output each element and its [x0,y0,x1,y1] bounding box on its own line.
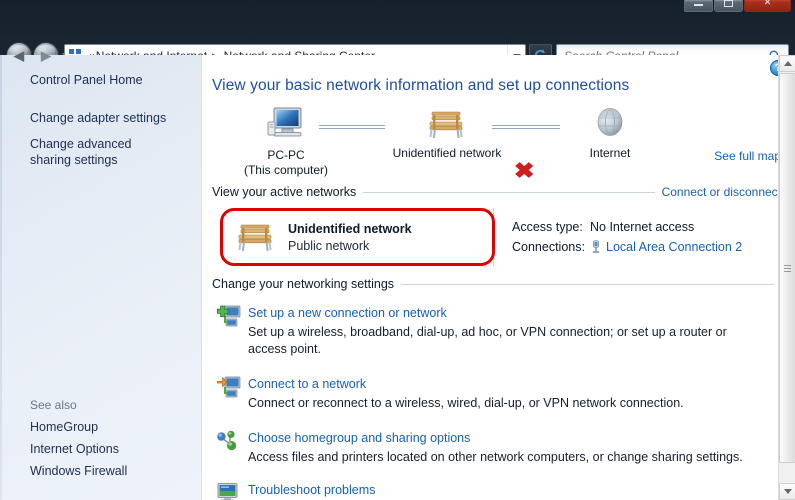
connect-or-disconnect-link[interactable]: Connect or disconnect [662,185,781,199]
detail-key: Access type: [512,220,590,234]
active-network-name: Unidentified network [288,222,412,236]
divider [493,208,494,266]
chevron-up-icon [784,61,792,66]
networking-settings-header: Change your networking settings [202,277,795,291]
setting-title[interactable]: Troubleshoot problems [248,483,375,497]
back-arrow-icon: ◀ [14,49,24,62]
no-connection-red-x-icon: ✖ [514,160,535,182]
see-also-label: See also [0,398,201,416]
map-link-computer-to-network [319,125,385,131]
setting-description: Connect or reconnect to a wireless, wire… [248,395,684,412]
close-icon: ✕ [764,0,772,7]
computer-icon [265,105,307,143]
setting-description: Access files and printers located on oth… [248,449,743,466]
setting-body: Troubleshoot problems [248,482,375,500]
icon-slot [212,376,248,412]
setting-title[interactable]: Set up a new connection or network [248,306,447,320]
scroll-down-button[interactable] [779,483,795,500]
see-also-group: See also HomeGroup Internet Options Wind… [0,394,201,482]
setting-body: Connect to a network Connect or reconnec… [248,376,684,412]
vertical-scrollbar[interactable] [778,55,795,500]
map-node-this-computer[interactable]: PC-PC (This computer) [226,105,346,178]
troubleshoot-icon [216,482,242,500]
divider [401,284,774,285]
setting-title[interactable]: Connect to a network [248,377,366,391]
title-bar: ✕ [0,0,795,20]
window-controls: ✕ [684,0,791,12]
setting-item-set-up-new-connection: Set up a new connection or network Set u… [212,305,795,358]
detail-row-access-type: Access type: No Internet access [512,217,742,237]
networking-settings-list: Set up a new connection or network Set u… [202,305,795,500]
network-map: PC-PC (This computer) [202,103,795,179]
setting-item-connect-to-network: Connect to a network Connect or reconnec… [212,376,795,412]
connect-network-icon [216,376,242,400]
setting-item-choose-homegroup: Choose homegroup and sharing options Acc… [212,430,795,466]
scroll-up-button[interactable] [779,55,795,72]
divider [363,192,654,193]
map-node-internet[interactable]: Internet [550,105,670,161]
main-panel: ? View your basic network information an… [202,55,795,500]
globe-icon [593,105,627,141]
map-node-label: PC-PC [226,148,346,163]
detail-row-connections: Connections: Local Area Connection 2 [512,237,742,257]
map-node-sublabel: (This computer) [226,163,346,178]
local-area-connection-link[interactable]: Local Area Connection 2 [606,240,742,254]
chevron-down-icon [784,489,792,494]
setting-item-troubleshoot-problems: Troubleshoot problems [212,482,795,500]
setting-body: Set up a new connection or network Set u… [248,305,750,358]
bench-network-icon [425,107,469,141]
sidebar: Control Panel Home Change adapter settin… [0,55,202,500]
setting-body: Choose homegroup and sharing options Acc… [248,430,743,466]
maximize-button[interactable] [714,0,743,12]
sidebar-item-internet-options[interactable]: Internet Options [0,438,201,460]
active-network-text: Unidentified network Public network [288,222,412,253]
network-adapter-icon [590,240,602,254]
maximize-glyph [724,0,733,7]
detail-key: Connections: [512,240,590,254]
active-network-type: Public network [288,239,412,253]
setting-description: Set up a wireless, broadband, dial-up, a… [248,324,750,358]
close-button[interactable]: ✕ [744,0,791,12]
sidebar-item-change-advanced-sharing-settings[interactable]: Change advanced sharing settings [0,133,160,171]
setting-title[interactable]: Choose homegroup and sharing options [248,431,470,445]
scrollbar-thumb[interactable] [779,73,795,463]
scrollbar-grip-icon [784,263,791,274]
icon-slot [212,482,248,500]
icon-slot [212,305,248,358]
active-networks-heading: View your active networks [212,185,356,199]
sidebar-item-windows-firewall[interactable]: Windows Firewall [0,460,201,482]
icon-slot [212,430,248,466]
new-connection-icon [216,305,242,329]
active-network-entry[interactable]: Unidentified network Public network [234,220,479,254]
minimize-button[interactable] [684,0,713,12]
navigation-toolbar: ◀ ▶ « Network and Internet ▸ Network and… [0,20,795,54]
sidebar-item-change-adapter-settings[interactable]: Change adapter settings [0,107,201,129]
map-node-label: Internet [550,146,670,161]
map-node-unidentified-network-wrap[interactable]: Unidentified network [387,107,507,161]
page-title: View your basic network information and … [202,55,795,95]
networking-settings-heading: Change your networking settings [212,277,394,291]
active-network-row: Unidentified network Public network Acce… [202,207,795,267]
see-full-map-link[interactable]: See full map [714,149,781,163]
homegroup-icon [216,430,242,454]
active-networks-header: View your active networks Connect or dis… [202,185,795,199]
map-node-label: Unidentified network [387,146,507,161]
sidebar-item-control-panel-home[interactable]: Control Panel Home [0,69,201,91]
content-area: Control Panel Home Change adapter settin… [0,55,795,500]
window-frame: ✕ ◀ ▶ « Network and Internet ▸ Netwo [0,0,795,500]
bench-network-icon [234,220,278,254]
detail-value: No Internet access [590,220,694,234]
sidebar-item-homegroup[interactable]: HomeGroup [0,416,201,438]
forward-arrow-icon: ▶ [41,49,51,62]
active-network-details: Access type: No Internet access Connecti… [512,217,742,257]
minimize-glyph [694,4,703,6]
